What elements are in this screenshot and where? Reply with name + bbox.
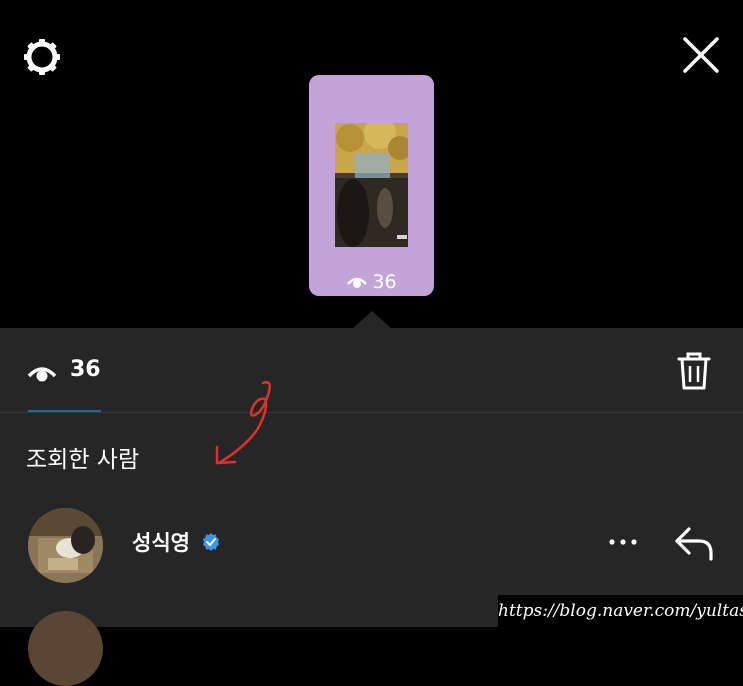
view-count[interactable]: 36: [70, 357, 101, 382]
gear-icon[interactable]: [22, 37, 62, 77]
story-view-counter: 36: [309, 271, 434, 293]
viewers-panel: 36 조회한 사람 성식영: [0, 328, 743, 686]
story-view-count: 36: [372, 271, 397, 293]
watermark: https://blog.naver.com/yultas: [498, 595, 743, 627]
reply-icon[interactable]: [673, 525, 715, 561]
red-arrow-annotation: [215, 381, 271, 465]
verified-badge-icon: [203, 533, 219, 551]
preview-pointer: [352, 311, 392, 329]
viewer-name[interactable]: 성식영: [132, 527, 190, 557]
eye-icon: [27, 367, 57, 382]
stats-bar: 36: [0, 328, 743, 412]
viewer-row[interactable]: 성식영: [0, 504, 743, 584]
avatar[interactable]: [28, 508, 103, 583]
story-photo: [335, 123, 408, 247]
divider: [0, 412, 743, 413]
avatar[interactable]: [28, 611, 103, 686]
close-icon[interactable]: [682, 36, 720, 74]
viewers-title: 조회한 사람: [26, 447, 140, 473]
story-thumbnail[interactable]: 36: [309, 75, 434, 296]
trash-icon[interactable]: [676, 351, 712, 391]
story-header-area: 36: [0, 0, 743, 329]
eye-icon: [347, 277, 368, 288]
more-horizontal-icon[interactable]: [606, 532, 640, 552]
